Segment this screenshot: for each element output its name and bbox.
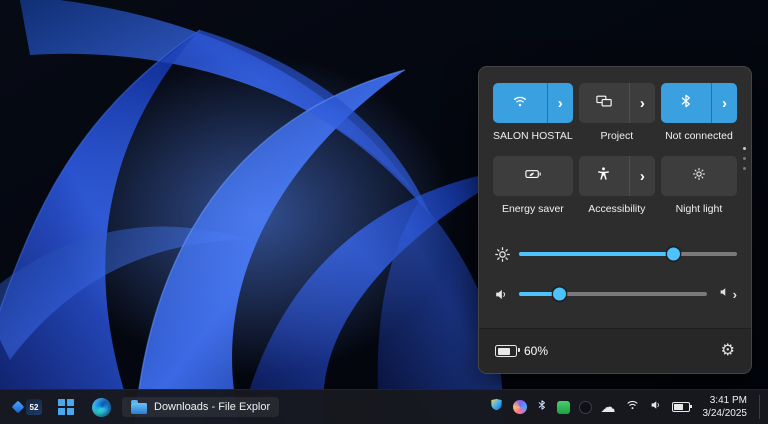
page-dot[interactable] xyxy=(743,147,746,150)
weather-temperature-badge: 52 xyxy=(26,399,42,415)
accessibility-expand-chevron-icon[interactable]: › xyxy=(629,156,655,196)
volume-icon[interactable] xyxy=(493,286,519,303)
volume-slider-thumb[interactable] xyxy=(552,287,567,302)
project-quick-toggle[interactable]: › xyxy=(579,83,655,123)
start-button[interactable] xyxy=(52,393,80,421)
green-app-icon xyxy=(557,401,570,414)
night-light-label: Night light xyxy=(661,203,737,215)
night-light-icon xyxy=(691,166,707,187)
energy-saver-icon xyxy=(524,165,542,188)
widgets-weather-button[interactable]: 52 xyxy=(10,393,45,421)
tray-network-button[interactable] xyxy=(625,397,640,417)
bluetooth-icon xyxy=(678,93,694,114)
accessibility-label: Accessibility xyxy=(579,203,655,215)
file-explorer-icon xyxy=(131,403,147,414)
audio-output-picker-button[interactable]: › xyxy=(707,285,737,304)
volume-slider-fill xyxy=(519,292,560,296)
speaker-tray-icon xyxy=(649,398,663,417)
battery-fill xyxy=(498,348,510,355)
battery-percent-label: 60% xyxy=(524,344,548,358)
brightness-icon xyxy=(493,245,519,264)
quick-toggles-grid: › SALON HOSTAL › Project xyxy=(493,83,737,215)
weather-temperature-label: 52 xyxy=(30,403,39,412)
battery-status-button[interactable]: 60% xyxy=(495,344,548,358)
accessibility-icon xyxy=(595,165,612,187)
edge-browser-icon xyxy=(92,398,111,417)
project-label: Project xyxy=(579,130,655,142)
clock-date: 3/24/2025 xyxy=(703,407,748,421)
show-desktop-button[interactable] xyxy=(759,395,764,419)
taskbar: 52 Downloads - File Explor xyxy=(0,389,768,424)
wifi-quick-toggle[interactable]: › xyxy=(493,83,573,123)
bluetooth-expand-chevron-icon[interactable]: › xyxy=(711,83,737,123)
taskbar-clock[interactable]: 3:41 PM 3/24/2025 xyxy=(699,394,748,421)
energy-saver-label: Energy saver xyxy=(493,203,573,215)
taskbar-window-file-explorer[interactable]: Downloads - File Explor xyxy=(122,397,279,417)
bluetooth-quick-toggle[interactable]: › xyxy=(661,83,737,123)
tray-security-button[interactable] xyxy=(489,397,504,417)
wifi-network-label: SALON HOSTAL xyxy=(493,130,573,142)
tray-battery-button[interactable] xyxy=(672,402,690,412)
security-shield-icon xyxy=(489,397,504,417)
brightness-slider-row xyxy=(493,241,737,267)
tray-app-dark-button[interactable] xyxy=(579,401,592,414)
project-icon xyxy=(595,92,613,115)
quick-settings-page-dots[interactable] xyxy=(743,147,746,170)
quick-settings-footer: 60% ⚙ xyxy=(479,328,751,373)
copilot-icon xyxy=(513,400,527,414)
audio-output-chevron-icon: › xyxy=(733,288,737,301)
widgets-icon xyxy=(12,401,25,414)
battery-tray-icon xyxy=(672,402,690,412)
accessibility-toggle-main[interactable] xyxy=(579,156,629,196)
energy-saver-toggle-main[interactable] xyxy=(493,156,573,196)
page-dot[interactable] xyxy=(743,167,746,170)
project-expand-chevron-icon[interactable]: › xyxy=(629,83,655,123)
brightness-slider-fill xyxy=(519,252,674,256)
battery-icon xyxy=(495,345,517,357)
window-title-label: Downloads - File Explor xyxy=(154,401,270,413)
tray-volume-button[interactable] xyxy=(649,398,663,417)
energy-saver-quick-toggle[interactable] xyxy=(493,156,573,196)
accessibility-quick-toggle[interactable]: › xyxy=(579,156,655,196)
dark-app-icon xyxy=(579,401,592,414)
bluetooth-tray-icon xyxy=(536,398,548,416)
quick-settings-panel: › SALON HOSTAL › Project xyxy=(478,66,752,374)
desktop: › SALON HOSTAL › Project xyxy=(0,0,768,424)
brightness-slider[interactable] xyxy=(519,252,737,256)
tray-onedrive-button[interactable]: ☁ xyxy=(601,400,616,415)
page-dot[interactable] xyxy=(743,157,746,160)
night-light-toggle-main[interactable] xyxy=(661,156,737,196)
volume-slider-row: › xyxy=(493,281,737,307)
audio-output-speaker-icon xyxy=(718,285,732,304)
taskbar-item-edge[interactable] xyxy=(87,393,115,421)
wifi-toggle-main[interactable] xyxy=(493,83,547,123)
tray-bluetooth-button[interactable] xyxy=(536,398,548,416)
settings-gear-button[interactable]: ⚙ xyxy=(721,343,735,359)
volume-slider[interactable] xyxy=(519,292,707,296)
wifi-expand-chevron-icon[interactable]: › xyxy=(547,83,573,123)
windows-logo-icon xyxy=(58,399,74,415)
onedrive-cloud-icon: ☁ xyxy=(601,400,616,415)
bluetooth-toggle-main[interactable] xyxy=(661,83,711,123)
wifi-icon xyxy=(511,92,529,115)
brightness-slider-thumb[interactable] xyxy=(666,247,681,262)
tray-app-green-button[interactable] xyxy=(557,401,570,414)
bluetooth-status-label: Not connected xyxy=(661,130,737,142)
tray-copilot-button[interactable] xyxy=(513,400,527,414)
clock-time: 3:41 PM xyxy=(703,394,748,408)
wifi-tray-icon xyxy=(625,397,640,417)
project-toggle-main[interactable] xyxy=(579,83,629,123)
night-light-quick-toggle[interactable] xyxy=(661,156,737,196)
